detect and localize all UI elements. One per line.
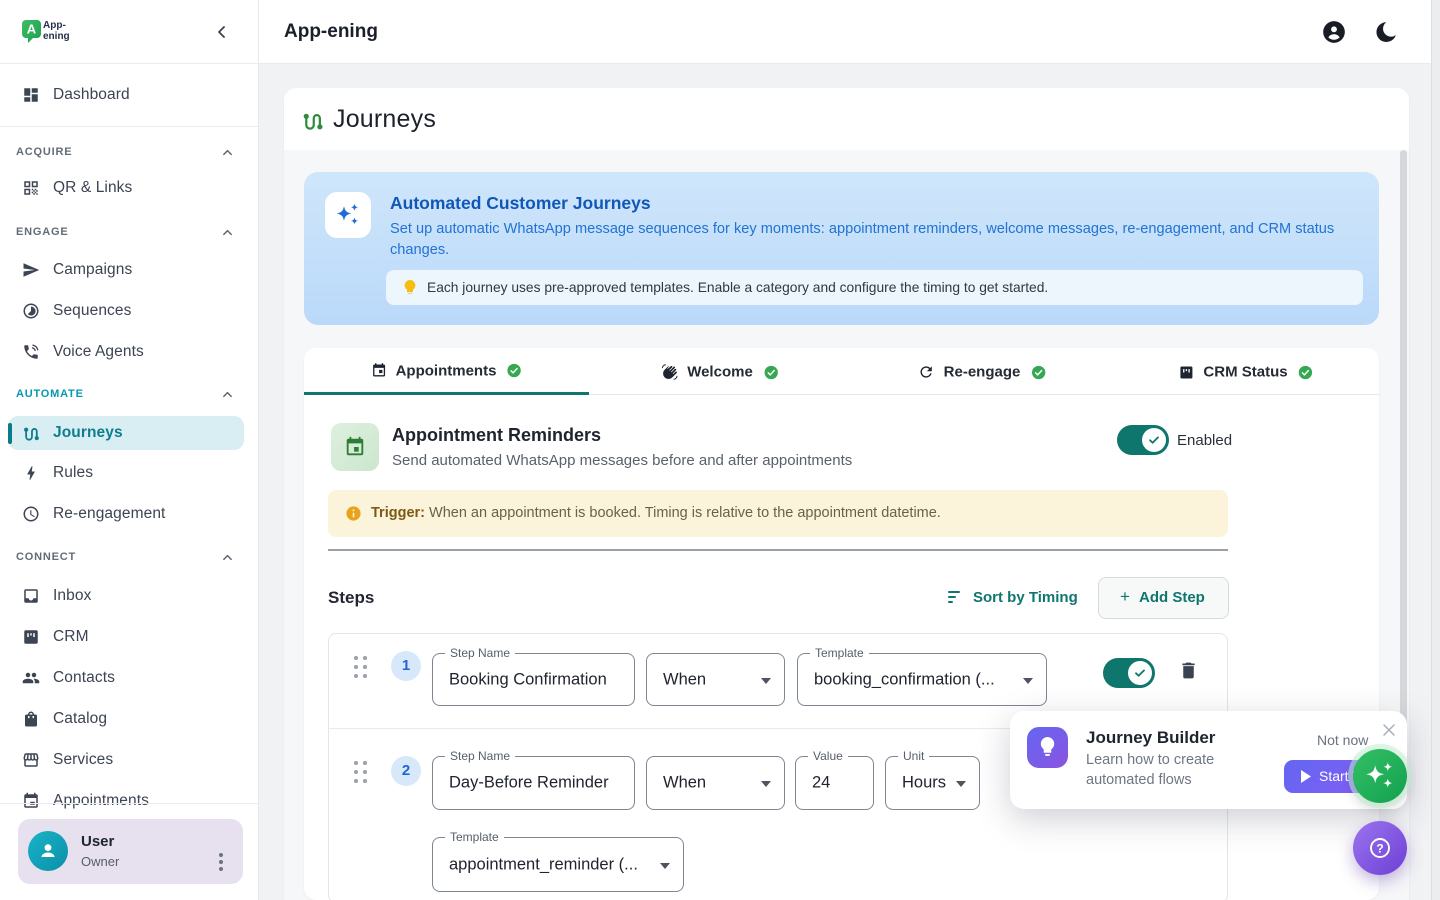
svg-text:?: ? [1376, 841, 1383, 855]
svg-text:A: A [27, 22, 37, 37]
